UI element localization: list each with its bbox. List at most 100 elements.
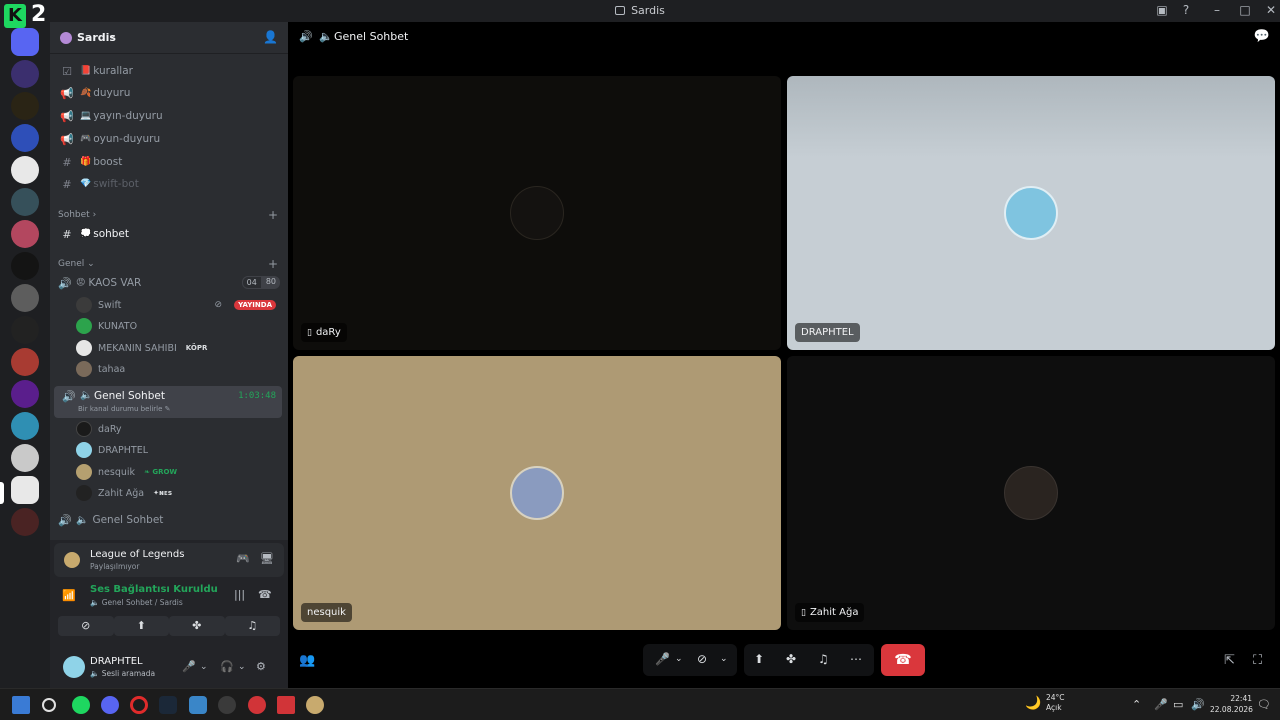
maximize-button[interactable]: □ [1236, 3, 1254, 17]
voice-member[interactable]: MEKANIN SAHIBI KÖPR [76, 338, 280, 358]
battlenet-icon[interactable] [189, 696, 207, 714]
network-icon[interactable]: ▭ [1173, 698, 1183, 711]
disconnect-button[interactable]: ☎ [881, 644, 925, 676]
voice-member[interactable]: nesquik ❧ GROW [76, 462, 280, 482]
server-icon[interactable] [11, 92, 39, 120]
gear-icon[interactable]: ⚙ [256, 660, 266, 673]
riot-client-icon[interactable] [218, 696, 236, 714]
app-icon[interactable] [277, 696, 295, 714]
activities-button[interactable]: ✤ [169, 616, 225, 636]
user-name[interactable]: DRAPHTEL [90, 656, 143, 667]
discord-icon[interactable] [101, 696, 119, 714]
server-icon[interactable] [11, 284, 39, 312]
chevron-down-icon[interactable]: ⌄ [108, 30, 116, 41]
more-options-icon[interactable]: ⋯ [850, 652, 862, 666]
channel-yayin-duyuru[interactable]: 📢 💻 yayın-duyuru [58, 106, 280, 126]
server-icon[interactable] [11, 316, 39, 344]
screen-share-icon[interactable]: 🖥 [260, 552, 274, 565]
discord-home-icon[interactable] [11, 28, 39, 56]
chevron-down-icon[interactable]: ⌄ [720, 654, 728, 664]
avatar[interactable] [63, 656, 85, 678]
weather-widget[interactable]: 24°C Açık [1046, 693, 1065, 713]
category-genel[interactable]: Genel ⌄ + [58, 257, 278, 273]
league-of-legends-icon[interactable] [306, 696, 324, 714]
server-icon[interactable] [11, 156, 39, 184]
channel-swift-bot[interactable]: # 💎 swift-bot [58, 174, 280, 194]
invite-to-voice-icon[interactable]: 👥 [299, 653, 315, 668]
steam-icon[interactable] [159, 696, 177, 714]
soundboard-button[interactable]: ♫ [224, 616, 280, 636]
chevron-down-icon[interactable]: ⌄ [675, 654, 683, 664]
pop-out-icon[interactable]: ⇱ [1224, 653, 1235, 668]
windows-start-icon[interactable] [12, 696, 30, 714]
volume-icon[interactable]: 🔊 [1191, 698, 1205, 711]
participant-tile-zahit-aga[interactable]: ▯ Zahit Ağa [787, 356, 1275, 630]
activities-icon[interactable]: ✤ [786, 652, 796, 666]
guild-header[interactable]: Sardis ⌄ 👤 [50, 22, 288, 54]
voice-channel-kaos-var[interactable]: 🔊 😡 KAOS VAR 04 80 [54, 272, 280, 294]
opera-gx-icon[interactable] [130, 696, 148, 714]
add-channel-icon[interactable]: + [268, 208, 278, 222]
share-screen-icon[interactable]: ⬆ [754, 652, 764, 666]
microphone-icon[interactable]: 🎤 [655, 652, 670, 666]
voice-member[interactable]: Swift ⊘ YAYINDA [76, 295, 280, 315]
voice-member[interactable]: DRAPHTEL [76, 440, 280, 460]
voice-member[interactable]: Zahit Ağa ✦ɴᴇs [76, 483, 280, 503]
channel-oyun-duyuru[interactable]: 📢 🎮 oyun-duyuru [58, 129, 280, 149]
game-controller-icon[interactable]: 🎮 [236, 552, 250, 565]
camera-off-icon[interactable]: ⊘ [697, 652, 707, 666]
server-icon[interactable] [11, 412, 39, 440]
chat-bubble-icon[interactable]: 💬 [1254, 29, 1270, 44]
chevron-up-icon[interactable]: ⌃ [1132, 698, 1141, 711]
activity-card[interactable]: League of Legends Paylaşılmıyor 🎮 🖥 [54, 543, 284, 577]
participant-tile-dary[interactable]: ▯ daRy [293, 76, 781, 350]
headphones-icon[interactable]: 🎧 [220, 660, 234, 673]
participant-tile-nesquik[interactable]: nesquik [293, 356, 781, 630]
noise-suppression-icon[interactable]: ||| [234, 588, 245, 601]
share-screen-button[interactable]: ⬆ [113, 616, 169, 636]
help-icon[interactable]: ? [1177, 3, 1195, 17]
server-icon[interactable] [11, 188, 39, 216]
voice-channel-genel-sohbet-active[interactable]: 🔊 🔈 Genel Sohbet 1:03:48 Bir kanal durum… [54, 386, 282, 418]
fullscreen-icon[interactable]: ⛶ [1253, 653, 1262, 668]
search-icon[interactable] [42, 698, 56, 712]
voice-connection-status[interactable]: Ses Bağlantısı Kuruldu [90, 584, 218, 595]
inbox-icon[interactable]: ▣ [1153, 3, 1171, 17]
server-icon[interactable] [11, 252, 39, 280]
microphone-icon[interactable]: 🎤 [182, 660, 196, 673]
channel-sohbet[interactable]: # 💭 sohbet [58, 224, 280, 244]
signal-icon[interactable]: 📶 [62, 589, 76, 602]
invite-people-icon[interactable]: 👤 [263, 30, 278, 44]
channel-kurallar[interactable]: ☑ 📕 kurallar [58, 61, 280, 81]
soundboard-icon[interactable]: ♫ [818, 652, 829, 666]
category-sohbet[interactable]: Sohbet › + [58, 208, 278, 224]
app-icon[interactable] [248, 696, 266, 714]
server-icon[interactable] [11, 508, 39, 536]
spotify-icon[interactable] [72, 696, 90, 714]
server-icon[interactable] [11, 348, 39, 376]
chevron-down-icon[interactable]: ⌄ [200, 662, 208, 672]
channel-duyuru[interactable]: 📢 🍂 duyuru [58, 83, 280, 103]
chevron-down-icon[interactable]: ⌄ [238, 662, 246, 672]
voice-channel-genel-sohbet-2[interactable]: 🔊 🔈 Genel Sohbet [54, 509, 280, 531]
server-icon[interactable] [11, 60, 39, 88]
server-icon[interactable] [11, 380, 39, 408]
participant-tile-draphtel[interactable]: DRAPHTEL [787, 76, 1275, 350]
channel-status[interactable]: Bir kanal durumu belirle ✎ [78, 405, 171, 413]
clock[interactable]: 22:41 22.08.2026 [1210, 693, 1253, 715]
notification-icon[interactable]: 🗨 [1257, 698, 1271, 711]
server-icon[interactable] [11, 220, 39, 248]
voice-member[interactable]: KUNATO [76, 316, 280, 336]
voice-connection-location[interactable]: 🔈 Genel Sohbet / Sardis [90, 598, 183, 607]
minimize-button[interactable]: – [1208, 3, 1226, 17]
voice-member[interactable]: daRy [76, 419, 280, 439]
voice-member[interactable]: tahaa [76, 359, 280, 379]
disconnect-icon[interactable]: ☎ [258, 588, 272, 601]
server-icon[interactable] [11, 444, 39, 472]
channel-boost[interactable]: # 🎁 boost [58, 152, 280, 172]
server-icon[interactable] [11, 124, 39, 152]
close-button[interactable]: ✕ [1262, 3, 1280, 17]
sardis-server-icon[interactable] [11, 476, 39, 504]
camera-off-button[interactable]: ⊘ [58, 616, 114, 636]
microphone-icon[interactable]: 🎤 [1154, 698, 1168, 711]
